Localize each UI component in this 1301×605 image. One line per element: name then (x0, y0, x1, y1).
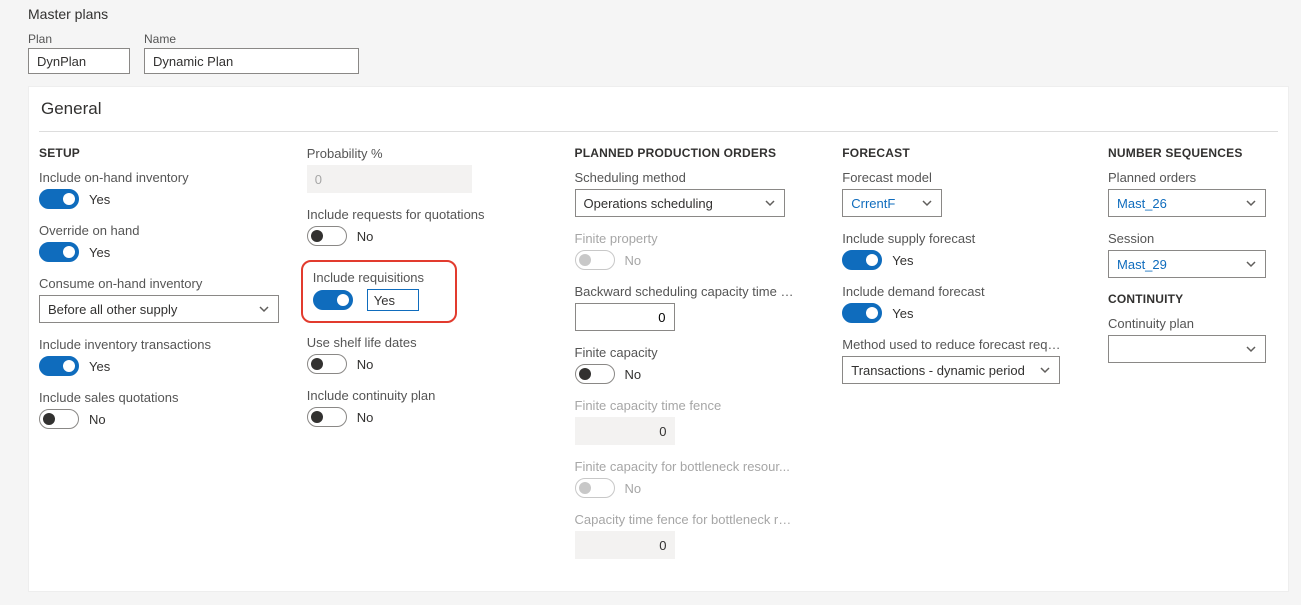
chevron-down-icon (1245, 343, 1257, 355)
reduce-method-value: Transactions - dynamic period (851, 363, 1025, 378)
include-invtrans-label: Include inventory transactions (39, 337, 293, 352)
forecast-model-value: CrrentF (851, 196, 895, 211)
sched-method-select[interactable]: Operations scheduling (575, 189, 785, 217)
include-invtrans-value: Yes (89, 359, 110, 374)
session-select[interactable]: Mast_29 (1108, 250, 1266, 278)
setup-heading: SETUP (39, 146, 293, 160)
override-onhand-toggle[interactable] (39, 242, 79, 262)
numseq-heading: NUMBER SEQUENCES (1108, 146, 1264, 160)
chevron-down-icon (1039, 364, 1051, 376)
reduce-method-label: Method used to reduce forecast requir... (842, 337, 1062, 352)
include-req-value-input[interactable] (367, 289, 419, 311)
include-supply-label: Include supply forecast (842, 231, 1094, 246)
sched-method-value: Operations scheduling (584, 196, 713, 211)
include-onhand-label: Include on-hand inventory (39, 170, 293, 185)
sched-method-label: Scheduling method (575, 170, 829, 185)
session-label: Session (1108, 231, 1264, 246)
planned-orders-value: Mast_26 (1117, 196, 1167, 211)
include-req-toggle[interactable] (313, 290, 353, 310)
fc-bottleneck-label: Finite capacity for bottleneck resour... (575, 459, 795, 474)
include-onhand-value: Yes (89, 192, 110, 207)
plan-label: Plan (28, 32, 130, 46)
name-input[interactable] (144, 48, 359, 74)
include-supply-value: Yes (892, 253, 913, 268)
chevron-down-icon (1245, 258, 1257, 270)
continuity-heading: CONTINUITY (1108, 292, 1264, 306)
finite-capacity-value: No (625, 367, 642, 382)
include-salesquot-toggle[interactable] (39, 409, 79, 429)
include-onhand-toggle[interactable] (39, 189, 79, 209)
reduce-method-select[interactable]: Transactions - dynamic period (842, 356, 1060, 384)
forecast-model-label: Forecast model (842, 170, 1094, 185)
consume-onhand-value: Before all other supply (48, 302, 177, 317)
panel-title-general[interactable]: General (39, 99, 1278, 132)
chevron-down-icon (1245, 197, 1257, 209)
include-rfq-value: No (357, 229, 374, 244)
finite-property-label: Finite property (575, 231, 829, 246)
override-onhand-label: Override on hand (39, 223, 293, 238)
planned-orders-select[interactable]: Mast_26 (1108, 189, 1266, 217)
fc-bottleneck-value: No (625, 481, 642, 496)
probability-label: Probability % (307, 146, 561, 161)
continuity-plan-label: Continuity plan (1108, 316, 1264, 331)
use-shelf-toggle[interactable] (307, 354, 347, 374)
planned-orders-label: Planned orders (1108, 170, 1264, 185)
chevron-down-icon (258, 303, 270, 315)
backward-input[interactable] (575, 303, 675, 331)
consume-onhand-label: Consume on-hand inventory (39, 276, 293, 291)
include-requisitions-highlight: Include requisitions (301, 260, 457, 323)
cap-bottleneck-input (575, 531, 675, 559)
fc-bottleneck-toggle (575, 478, 615, 498)
include-cont-label: Include continuity plan (307, 388, 561, 403)
include-salesquot-value: No (89, 412, 106, 427)
include-rfq-label: Include requests for quotations (307, 207, 561, 222)
ppo-heading: PLANNED PRODUCTION ORDERS (575, 146, 829, 160)
include-rfq-toggle[interactable] (307, 226, 347, 246)
plan-input[interactable] (28, 48, 130, 74)
cap-bottleneck-label: Capacity time fence for bottleneck res..… (575, 512, 795, 527)
include-supply-toggle[interactable] (842, 250, 882, 270)
consume-onhand-select[interactable]: Before all other supply (39, 295, 279, 323)
probability-input (307, 165, 472, 193)
include-demand-toggle[interactable] (842, 303, 882, 323)
continuity-plan-select[interactable] (1108, 335, 1266, 363)
page-title: Master plans (28, 6, 1301, 22)
forecast-heading: FORECAST (842, 146, 1094, 160)
include-salesquot-label: Include sales quotations (39, 390, 293, 405)
include-cont-toggle[interactable] (307, 407, 347, 427)
include-req-label: Include requisitions (313, 270, 443, 285)
include-demand-value: Yes (892, 306, 913, 321)
chevron-down-icon (921, 197, 933, 209)
backward-label: Backward scheduling capacity time fe... (575, 284, 795, 299)
finite-capacity-label: Finite capacity (575, 345, 829, 360)
include-invtrans-toggle[interactable] (39, 356, 79, 376)
use-shelf-value: No (357, 357, 374, 372)
forecast-model-select[interactable]: CrrentF (842, 189, 942, 217)
finite-property-toggle (575, 250, 615, 270)
override-onhand-value: Yes (89, 245, 110, 260)
include-cont-value: No (357, 410, 374, 425)
finite-capacity-toggle[interactable] (575, 364, 615, 384)
finite-property-value: No (625, 253, 642, 268)
fc-timefence-label: Finite capacity time fence (575, 398, 829, 413)
chevron-down-icon (764, 197, 776, 209)
session-value: Mast_29 (1117, 257, 1167, 272)
include-demand-label: Include demand forecast (842, 284, 1094, 299)
name-label: Name (144, 32, 359, 46)
use-shelf-label: Use shelf life dates (307, 335, 561, 350)
fc-timefence-input (575, 417, 675, 445)
